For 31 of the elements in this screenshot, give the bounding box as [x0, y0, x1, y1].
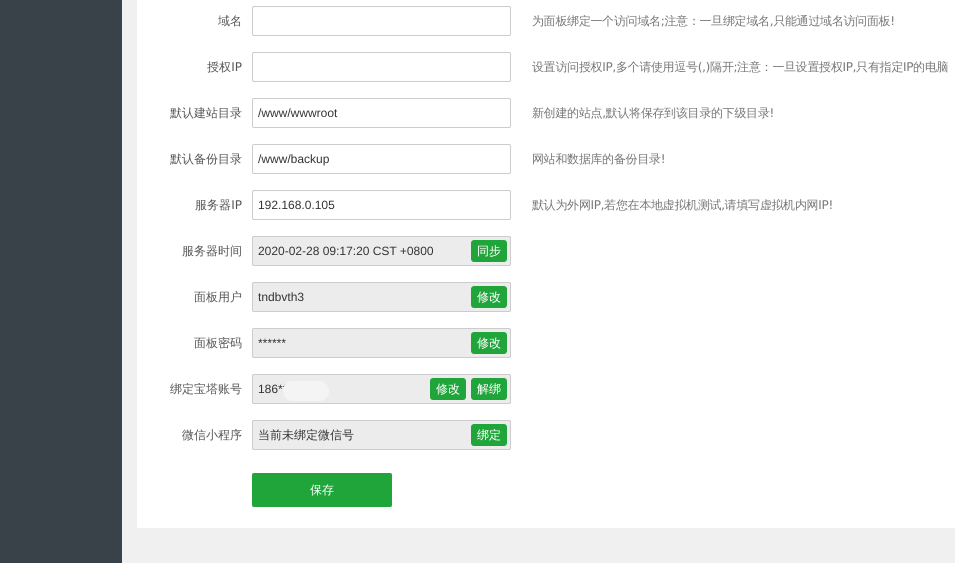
field-hint: 网站和数据库的备份目录! — [532, 150, 666, 168]
field-label: 默认建站目录 — [169, 104, 242, 122]
field-value: tndbvth3 — [258, 290, 306, 304]
field-hint: 默认为外网IP,若您在本地虚拟机测试,请填写虚拟机内网IP! — [532, 196, 833, 214]
action-button[interactable]: 修改 — [471, 286, 507, 308]
input-field[interactable] — [252, 6, 511, 36]
action-button[interactable]: 修改 — [471, 332, 507, 354]
field-label: 域名 — [217, 12, 242, 30]
field-value: 2020-02-28 09:17:20 CST +0800 — [258, 244, 435, 258]
action-button[interactable]: 解绑 — [471, 378, 507, 400]
action-button[interactable]: 修改 — [430, 378, 466, 400]
field-label: 授权IP — [206, 58, 242, 76]
field-label: 绑定宝塔账号 — [169, 380, 242, 398]
field-label: 微信小程序 — [181, 426, 242, 444]
field-hint: 新创建的站点,默认将保存到该目录的下级目录! — [532, 104, 774, 122]
input-field[interactable]: /www/wwwroot — [252, 98, 511, 128]
field-value: 当前未绑定微信号 — [258, 426, 355, 444]
action-button[interactable]: 同步 — [471, 240, 507, 262]
field-label: 面板密码 — [193, 334, 242, 352]
field-label: 面板用户 — [193, 288, 242, 306]
save-button[interactable]: 保存 — [252, 473, 392, 507]
input-field[interactable] — [252, 52, 511, 82]
field-hint: 设置访问授权IP,多个请使用逗号(,)隔开;注意：一旦设置授权IP,只有指定IP的电脑 — [532, 58, 948, 76]
field-hint: 为面板绑定一个访问域名;注意：一旦绑定域名,只能通过域名访问面板! — [532, 12, 895, 30]
field-label: 服务器IP — [194, 196, 242, 214]
input-field[interactable]: 192.168.0.105 — [252, 190, 511, 220]
field-label: 服务器时间 — [181, 242, 242, 260]
action-button[interactable]: 绑定 — [471, 424, 507, 446]
field-value: ****** — [258, 336, 288, 350]
field-label: 默认备份目录 — [169, 150, 242, 168]
input-field[interactable]: /www/backup — [252, 144, 511, 174]
